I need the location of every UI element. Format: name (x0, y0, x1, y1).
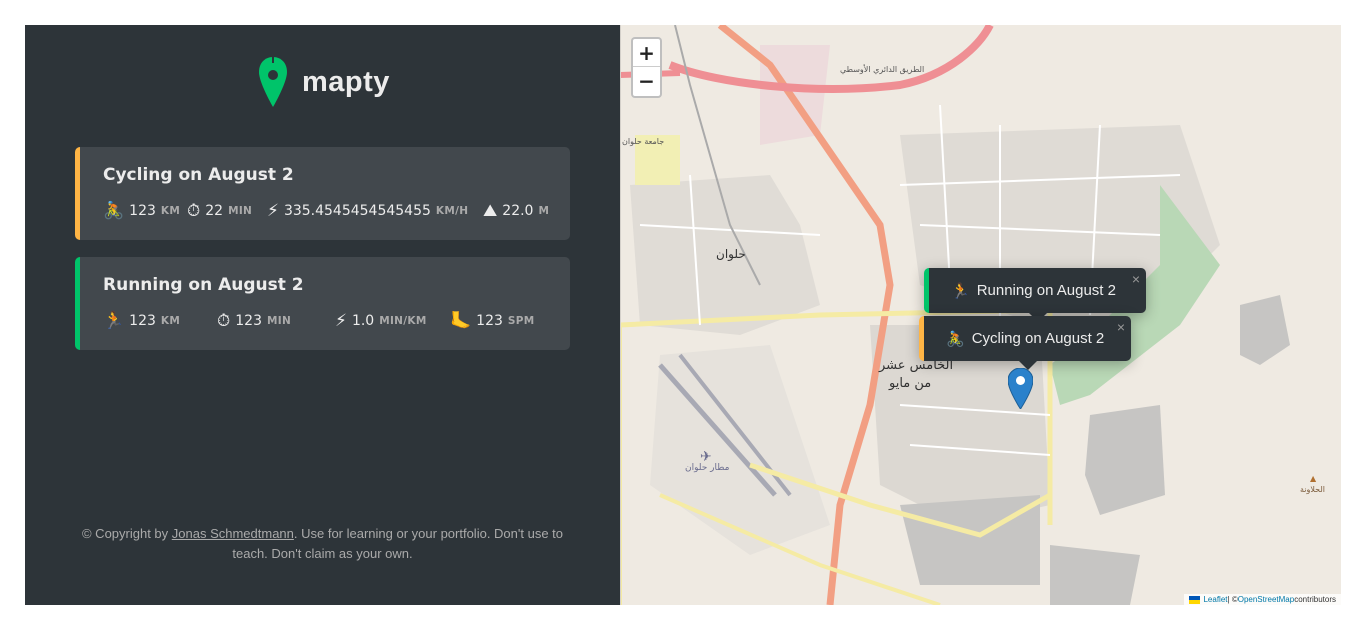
map-label-fifteenth-may-2: من مايو (889, 376, 932, 391)
detail-value: 335.4545454545455 (283, 203, 431, 219)
runner-icon: 🏃 (103, 311, 125, 331)
detail-unit: KM/H (435, 205, 469, 217)
workout-detail-cadence: 🦶 123 SPM (450, 311, 535, 331)
detail-unit: MIN/KM (379, 315, 427, 327)
detail-value: 123 (476, 313, 503, 329)
detail-unit: MIN (267, 315, 292, 327)
popup-cycling[interactable]: 🚴 Cycling on August 2 × (919, 316, 1131, 370)
attribution-suffix: contributors (1294, 595, 1336, 604)
detail-unit: SPM (507, 315, 535, 327)
map-pin-logo-icon (259, 57, 287, 107)
map-tiles (620, 25, 1341, 605)
workout-detail-duration: ⏱ 123 MIN (217, 311, 291, 331)
detail-unit: MIN (228, 205, 253, 217)
airplane-icon: ✈ (700, 449, 712, 465)
peak-icon: ▲ (1310, 474, 1317, 483)
copyright-prefix: © Copyright by (81, 526, 172, 541)
map-label-halawna: الحلاونة (1300, 485, 1325, 494)
runner-icon: 🏃 (951, 282, 970, 300)
osm-link[interactable]: OpenStreetMap (1238, 595, 1294, 604)
workout-detail-distance: 🏃 123 KM (103, 311, 180, 331)
zoom-in-button[interactable]: + (633, 39, 660, 67)
workout-card-running[interactable]: Running on August 2 🏃 123 KM ⏱ 123 MIN ⚡… (75, 257, 570, 350)
detail-value: 22.0 (502, 203, 534, 219)
logo: mapty (258, 55, 390, 109)
cyclist-icon: 🚴 (946, 330, 965, 348)
foot-icon: 🦶 (450, 311, 472, 331)
detail-value: 123 (235, 313, 262, 329)
detail-value: 22 (205, 203, 224, 219)
cyclist-icon: 🚴 (103, 201, 125, 221)
leaflet-link[interactable]: Leaflet (1203, 595, 1227, 604)
popup-running[interactable]: 🏃 Running on August 2 × (924, 268, 1146, 322)
detail-unit: KM (160, 205, 181, 217)
workout-title: Cycling on August 2 (103, 165, 294, 185)
map-label-ring-road: الطريق الدائري الأوسطي (840, 65, 925, 74)
attribution-separator: | © (1227, 595, 1238, 604)
map-label-helwan: حلوان (716, 247, 746, 261)
workout-detail-pace: ⚡ 1.0 MIN/KM (335, 311, 427, 331)
detail-value: 1.0 (351, 313, 375, 329)
popup-label: Cycling on August 2 (971, 330, 1105, 347)
detail-value: 123 (129, 203, 156, 219)
copyright: © Copyright by Jonas Schmedtmann. Use fo… (65, 524, 580, 564)
lightning-icon: ⚡ (335, 311, 347, 331)
app-name: mapty (302, 65, 390, 98)
zoom-out-button[interactable]: − (633, 67, 660, 95)
workout-detail-distance: 🚴 123 KM (103, 201, 180, 221)
lightning-icon: ⚡ (267, 201, 279, 221)
app-container: mapty Cycling on August 2 🚴 123 KM ⏱ 22 … (25, 25, 1341, 605)
workout-detail-elevation: ⛰ 22.0 M (483, 201, 549, 221)
map-label-university: جامعة حلوان (622, 137, 665, 146)
zoom-control: + − (631, 37, 662, 98)
detail-unit: M (538, 205, 550, 217)
map-marker-icon[interactable] (1008, 368, 1033, 409)
map[interactable]: حلوان الخامس عشر من مايو مطار حلوان ✈ ال… (620, 25, 1341, 605)
close-icon[interactable]: × (1132, 271, 1140, 287)
stopwatch-icon: ⏱ (217, 311, 231, 331)
map-attribution: Leaflet | © OpenStreetMap contributors (1184, 594, 1341, 605)
close-icon[interactable]: × (1117, 319, 1125, 335)
sidebar: mapty Cycling on August 2 🚴 123 KM ⏱ 22 … (25, 25, 620, 605)
detail-value: 123 (129, 313, 156, 329)
popup-label: Running on August 2 (976, 282, 1116, 299)
detail-unit: KM (160, 315, 181, 327)
workout-title: Running on August 2 (103, 275, 304, 295)
stopwatch-icon: ⏱ (187, 201, 201, 221)
workout-detail-speed: ⚡ 335.4545454545455 KM/H (267, 201, 468, 221)
workout-card-cycling[interactable]: Cycling on August 2 🚴 123 KM ⏱ 22 MIN ⚡ … (75, 147, 570, 240)
mountain-icon: ⛰ (483, 201, 498, 221)
ukraine-flag-icon (1189, 595, 1201, 604)
author-link[interactable]: Jonas Schmedtmann (172, 526, 294, 541)
workout-detail-duration: ⏱ 22 MIN (187, 201, 252, 221)
